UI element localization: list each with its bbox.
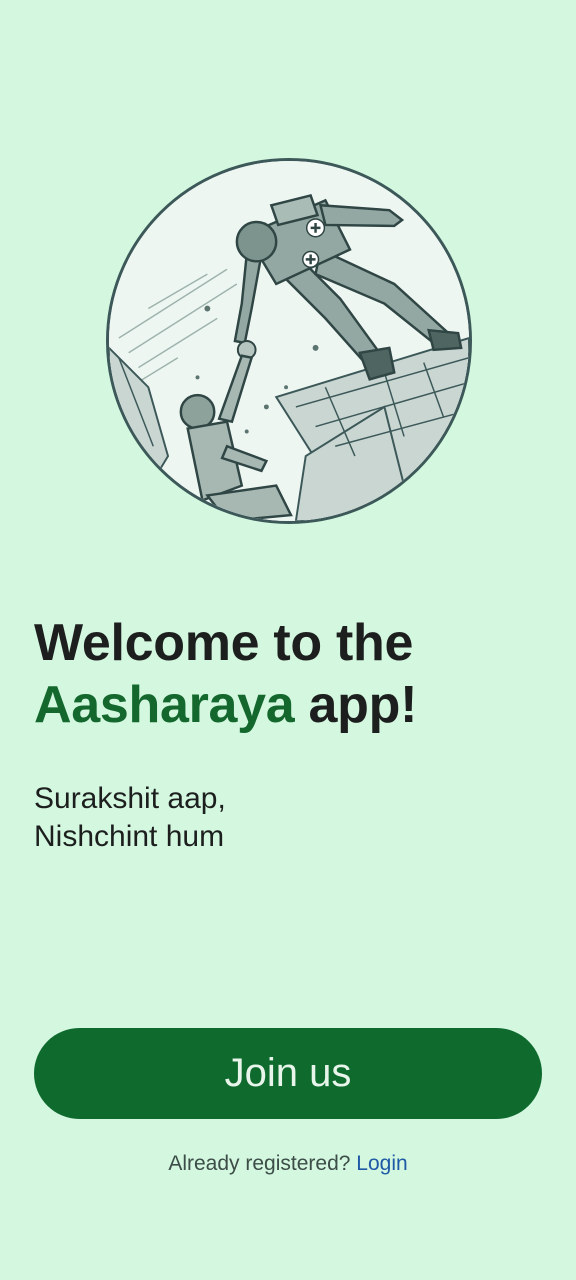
hero-illustration xyxy=(106,158,472,524)
welcome-suffix: app! xyxy=(308,676,418,734)
welcome-prefix: Welcome to the xyxy=(34,614,414,672)
join-us-button[interactable]: Join us xyxy=(34,1028,542,1119)
login-link[interactable]: Login xyxy=(356,1152,407,1175)
welcome-heading: Welcome to the Aasharaya app! xyxy=(34,612,417,736)
tagline-line-2: Nishchint hum xyxy=(34,820,225,853)
tagline-line-1: Surakshit aap, xyxy=(34,782,226,815)
tagline: Surakshit aap, Nishchint hum xyxy=(34,780,226,856)
already-registered-text: Already registered? xyxy=(168,1152,351,1175)
brand-name: Aasharaya xyxy=(34,676,295,734)
rescue-illustration-icon xyxy=(109,161,469,521)
login-prompt-row: Already registered? Login xyxy=(0,1152,576,1176)
